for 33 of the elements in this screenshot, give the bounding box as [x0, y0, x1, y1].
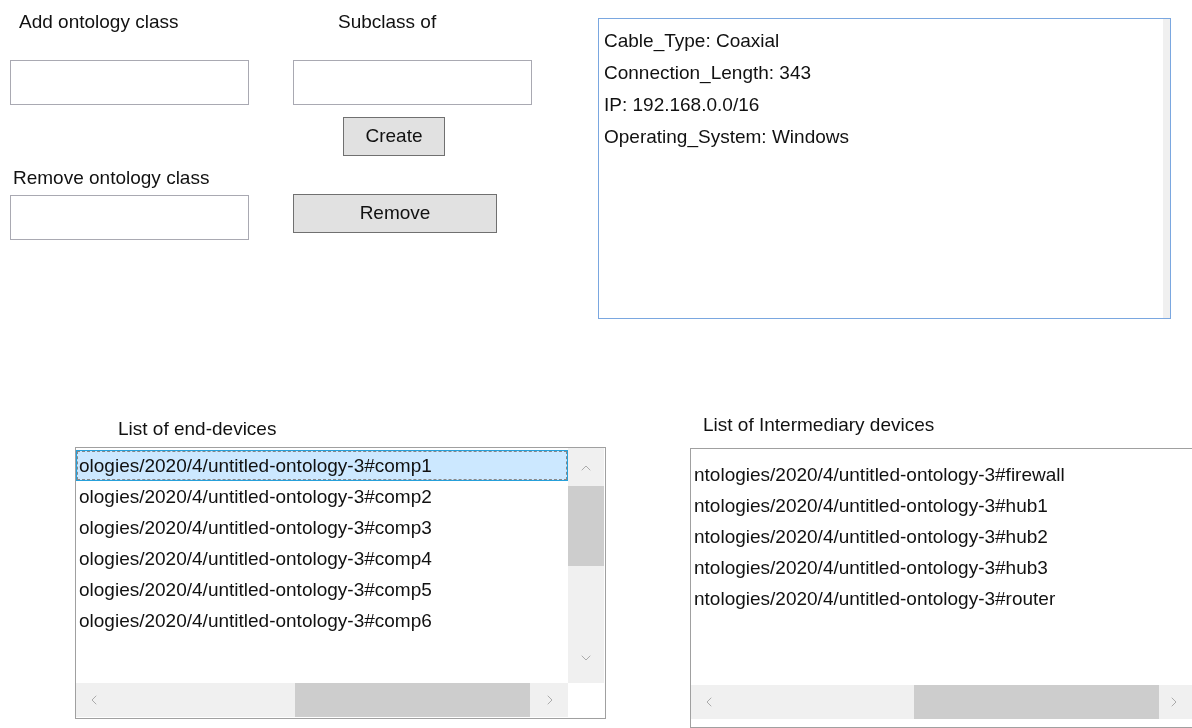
list-label: List of Intermediary devices — [703, 413, 936, 437]
property-line: Cable_Type: Coaxial — [604, 29, 781, 54]
text-field[interactable] — [10, 195, 249, 240]
list-item[interactable]: ntologies/2020/4/untitled-ontology-3#hub3 — [691, 552, 1192, 583]
list-item[interactable]: ologies/2020/4/untitled-ontology-3#comp1 — [76, 450, 568, 481]
text-field[interactable] — [293, 60, 532, 105]
scroll-thumb[interactable] — [294, 683, 530, 717]
text-field[interactable] — [10, 60, 249, 105]
list-item[interactable]: ologies/2020/4/untitled-ontology-3#comp5 — [76, 574, 568, 605]
list-item[interactable]: ntologies/2020/4/untitled-ontology-3#hub2 — [691, 521, 1192, 552]
list-item[interactable]: ologies/2020/4/untitled-ontology-3#comp6 — [76, 605, 568, 636]
property-line: Operating_System: Windows — [604, 125, 850, 150]
field-label: Add ontology class — [19, 10, 180, 34]
remove-button[interactable]: Remove — [293, 194, 497, 233]
list-item[interactable]: ologies/2020/4/untitled-ontology-3#comp3 — [76, 512, 568, 543]
field-label: Subclass of — [338, 10, 438, 34]
vertical-scrollbar[interactable] — [568, 448, 604, 683]
list-item[interactable]: ntologies/2020/4/untitled-ontology-3#firewall — [691, 459, 1192, 490]
list-item[interactable]: ntologies/2020/4/untitled-ontology-3#router — [691, 583, 1192, 614]
scroll-thumb[interactable] — [914, 685, 1159, 719]
list-item[interactable]: ntologies/2020/4/untitled-ontology-3#hub1 — [691, 490, 1192, 521]
vertical-scrollbar[interactable] — [1163, 19, 1170, 318]
list-item[interactable]: ologies/2020/4/untitled-ontology-3#comp4 — [76, 543, 568, 574]
field-label: Remove ontology class — [13, 166, 211, 189]
scroll-thumb[interactable] — [568, 486, 604, 566]
create-button[interactable]: Create — [343, 117, 445, 156]
horizontal-scrollbar[interactable] — [691, 685, 1192, 719]
list-label: List of end-devices — [118, 417, 278, 441]
list-item[interactable]: ologies/2020/4/untitled-ontology-3#comp2 — [76, 481, 568, 512]
properties-textbox[interactable]: Cable_Type: Coaxial Connection_Length: 343 IP: 192.168.0.0/16 Operating_System: Windows — [598, 18, 1171, 319]
property-line: Connection_Length: 343 — [604, 61, 813, 86]
horizontal-scrollbar[interactable] — [76, 683, 568, 717]
property-line: IP: 192.168.0.0/16 — [604, 93, 761, 117]
